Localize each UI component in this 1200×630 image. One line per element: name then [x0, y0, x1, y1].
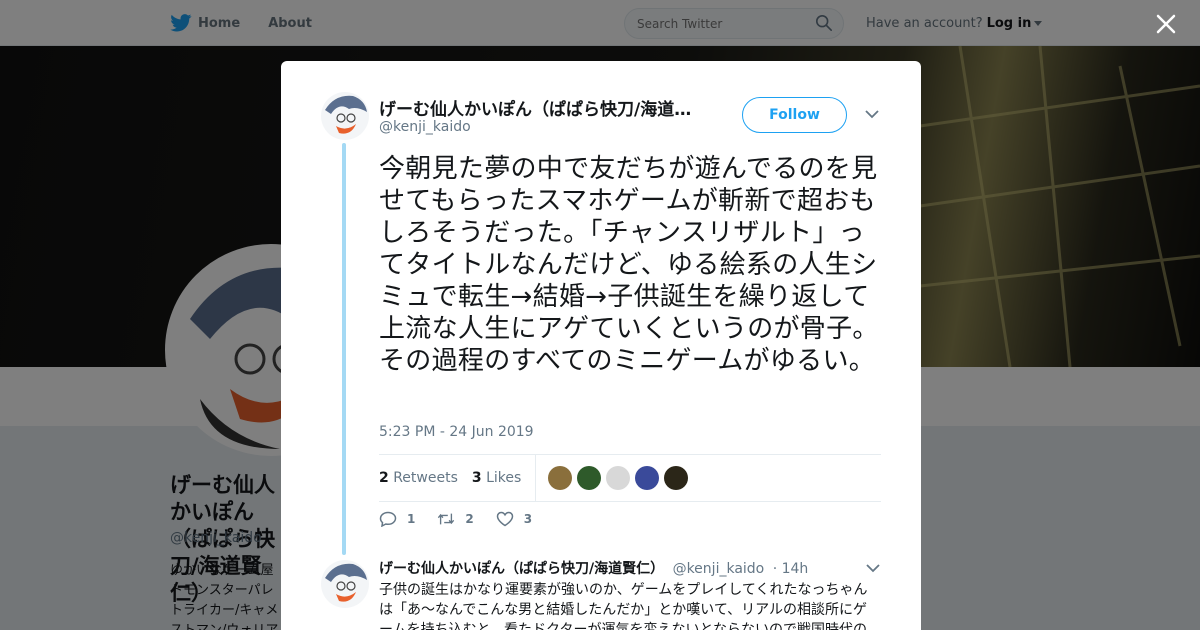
liker-avatars — [548, 466, 689, 490]
likes-label: Likes — [486, 470, 522, 486]
close-icon[interactable] — [1154, 12, 1178, 36]
retweets-label: Retweets — [393, 470, 458, 486]
chevron-down-icon[interactable] — [866, 563, 880, 573]
stats-separator — [535, 455, 537, 501]
tweet-stats-row: 2 Retweets 3 Likes — [379, 455, 881, 501]
thread-connector-line — [342, 143, 346, 555]
tweet-body-text: 今朝見た夢の中で友だちが遊んでるのを見せてもらったスマホゲームが斬新で超おもしろ… — [379, 154, 879, 376]
liker-avatar[interactable] — [606, 466, 631, 490]
cartoon-face-icon — [325, 563, 367, 602]
follow-button[interactable]: Follow — [742, 97, 847, 133]
like-action[interactable]: 3 — [496, 511, 532, 527]
reply-author-handle[interactable]: @kenji_kaido — [673, 561, 765, 577]
tweet-permalink-modal: げーむ仙人かいぽん（ぱぱら快刀/海道賢仁） @kenji_kaido Follo… — [281, 61, 921, 630]
retweet-action[interactable]: 2 — [437, 511, 474, 527]
liker-avatar[interactable] — [548, 466, 573, 490]
reply-action[interactable]: 1 — [379, 511, 415, 527]
stats-divider-bottom — [379, 501, 881, 502]
reply-icon — [379, 511, 397, 527]
tweet-actions: 1 2 3 — [379, 511, 554, 527]
reply-author-avatar[interactable] — [321, 560, 369, 608]
cartoon-face-icon — [325, 95, 367, 134]
liker-avatar[interactable] — [635, 466, 660, 490]
tweet-author-handle[interactable]: @kenji_kaido — [379, 119, 471, 135]
tweet-author-name[interactable]: げーむ仙人かいぽん（ぱぱら快刀/海道賢仁） — [379, 95, 699, 120]
likes-stat[interactable]: 3 Likes — [472, 470, 521, 486]
retweet-count: 2 — [465, 512, 474, 526]
reply-header: げーむ仙人かいぽん（ぱぱら快刀/海道賢仁） @kenji_kaido · 14h — [379, 558, 879, 578]
like-count: 3 — [523, 512, 533, 526]
retweet-icon — [438, 513, 455, 525]
tweet-author-avatar[interactable] — [321, 92, 369, 140]
liker-avatar[interactable] — [664, 466, 689, 490]
heart-icon — [496, 511, 513, 527]
retweets-count: 2 — [379, 470, 389, 486]
reply-count: 1 — [407, 512, 416, 526]
reply-author-name[interactable]: げーむ仙人かいぽん（ぱぱら快刀/海道賢仁） — [379, 561, 664, 577]
likes-count: 3 — [471, 470, 482, 486]
chevron-down-icon[interactable] — [865, 109, 879, 119]
tweet-timestamp[interactable]: 5:23 PM - 24 Jun 2019 — [379, 424, 534, 440]
retweets-stat[interactable]: 2 Retweets — [379, 470, 458, 486]
reply-body-text: 子供の誕生はかなり運要素が強いのか、ゲームをプレイしてくれたなっちゃんは「あ～な… — [379, 582, 868, 630]
reply-time[interactable]: · 14h — [773, 561, 809, 577]
liker-avatar[interactable] — [577, 466, 602, 490]
